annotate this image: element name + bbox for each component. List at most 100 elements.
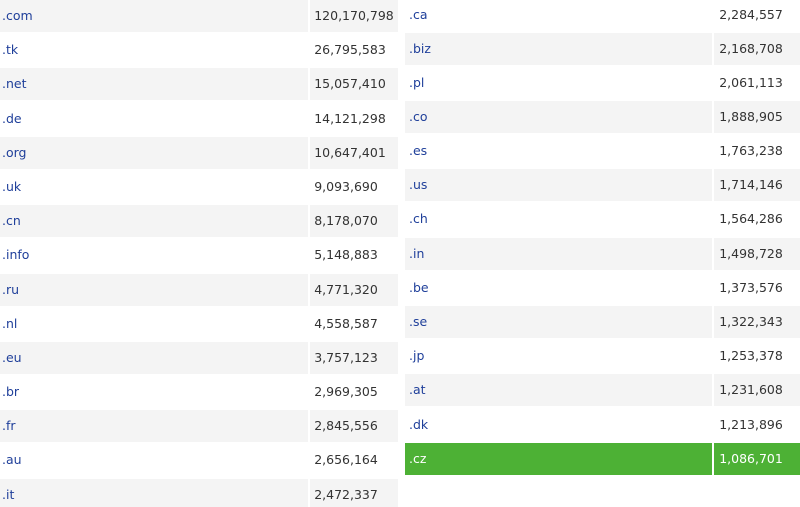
table-row: .au 2,656,164 [0, 444, 398, 477]
domain-count: 5,148,883 [310, 239, 398, 272]
domain-count: 2,284,557 [714, 0, 800, 30]
domain-count: 1,086,701 [714, 442, 800, 475]
domain-cell: .fr [0, 410, 309, 443]
domain-link[interactable]: .cn [2, 213, 21, 228]
domain-link[interactable]: .co [409, 109, 428, 124]
domain-count: 2,061,113 [714, 66, 800, 99]
domain-cell: .de [0, 102, 309, 135]
domain-count: 1,253,378 [714, 340, 800, 373]
table-row: .es 1,763,238 [405, 135, 800, 168]
domain-link[interactable]: .us [409, 177, 427, 192]
table-row: .de 14,121,298 [0, 102, 398, 135]
domain-link[interactable]: .se [409, 314, 427, 329]
domain-cell: .uk [0, 170, 309, 203]
domain-count: 4,558,587 [310, 307, 398, 340]
domain-link[interactable]: .dk [409, 417, 428, 432]
domain-count: 2,969,305 [310, 376, 398, 409]
table-row: .se 1,322,343 [405, 306, 800, 338]
domain-count: 1,213,896 [714, 408, 800, 441]
domain-count: 2,472,337 [310, 478, 398, 507]
domain-cell: .ru [0, 273, 309, 306]
table-row-highlighted: .cz 1,086,701 [405, 442, 800, 475]
domain-link[interactable]: .it [2, 487, 14, 502]
domain-count: 1,564,286 [714, 203, 800, 236]
domain-cell: .dk [405, 408, 713, 441]
domain-link[interactable]: .pl [409, 75, 424, 90]
domain-cell: .cn [0, 205, 309, 238]
domain-link[interactable]: .in [409, 246, 424, 261]
domain-cell: .es [405, 135, 713, 168]
table-row: .be 1,373,576 [405, 271, 800, 304]
tld-table-left: .com 120,170,798 .tk 26,795,583 .net 15,057,4… [0, 0, 398, 507]
domain-count: 10,647,401 [310, 136, 398, 169]
domain-cell: .cz [405, 442, 713, 475]
table-row: .tk 26,795,583 [0, 34, 398, 67]
domain-cell: .in [405, 237, 713, 270]
domain-cell: .it [0, 478, 309, 507]
table-row: .biz 2,168,708 [405, 32, 800, 65]
domain-count: 1,714,146 [714, 169, 800, 202]
domain-cell: .at [405, 374, 713, 407]
domain-cell: .eu [0, 341, 309, 374]
domain-link[interactable]: .nl [2, 316, 17, 331]
domain-cell: .se [405, 306, 713, 338]
domain-count: 4,771,320 [310, 273, 398, 306]
domain-count: 1,763,238 [714, 135, 800, 168]
domain-link[interactable]: .fr [2, 418, 16, 433]
table-row: .pl 2,061,113 [405, 66, 800, 99]
domain-link[interactable]: .ru [2, 282, 19, 297]
domain-cell: .jp [405, 340, 713, 373]
domain-link[interactable]: .eu [2, 350, 22, 365]
domain-count: 2,656,164 [310, 444, 398, 477]
domain-link[interactable]: .de [2, 111, 22, 126]
domain-cell: .be [405, 271, 713, 304]
domain-link[interactable]: .ch [409, 211, 428, 226]
domain-cell: .co [405, 100, 713, 133]
table-row: .us 1,714,146 [405, 169, 800, 202]
domain-count: 8,178,070 [310, 205, 398, 238]
table-row: .net 15,057,410 [0, 68, 398, 101]
domain-link[interactable]: .jp [409, 348, 424, 363]
domain-cell: .nl [0, 307, 309, 340]
domain-count: 120,170,798 [310, 0, 398, 32]
domain-link[interactable]: .be [409, 280, 429, 295]
table-row: .br 2,969,305 [0, 376, 398, 409]
domain-count: 3,757,123 [310, 341, 398, 374]
table-row: .nl 4,558,587 [0, 307, 398, 340]
table-row: .co 1,888,905 [405, 100, 800, 133]
domain-link[interactable]: .com [2, 8, 33, 23]
domain-cell: .br [0, 376, 309, 409]
domain-link[interactable]: .cz [409, 451, 426, 466]
domain-link[interactable]: .at [409, 382, 426, 397]
domain-link[interactable]: .org [2, 145, 26, 160]
domain-cell: .biz [405, 32, 713, 65]
domain-link[interactable]: .ca [409, 7, 428, 22]
table-row: .cn 8,178,070 [0, 205, 398, 238]
domain-link[interactable]: .es [409, 143, 427, 158]
domain-count: 2,845,556 [310, 410, 398, 443]
domain-cell: .ca [405, 0, 713, 30]
domain-link[interactable]: .net [2, 76, 27, 91]
domain-count: 9,093,690 [310, 170, 398, 203]
table-row: .it 2,472,337 [0, 478, 398, 507]
domain-count: 15,057,410 [310, 68, 398, 101]
domain-cell: .com [0, 0, 309, 32]
domain-cell: .us [405, 169, 713, 202]
domain-count: 1,498,728 [714, 237, 800, 270]
domain-count: 1,231,608 [714, 374, 800, 407]
domain-link[interactable]: .info [2, 247, 29, 262]
tld-table-right: .ca 2,284,557 .biz 2,168,708 .pl 2,061,113 .co… [405, 0, 800, 477]
domain-link[interactable]: .tk [2, 42, 18, 57]
domain-link[interactable]: .biz [409, 41, 431, 56]
table-row: .ru 4,771,320 [0, 273, 398, 306]
table-row: .dk 1,213,896 [405, 408, 800, 441]
domain-link[interactable]: .au [2, 452, 22, 467]
domain-link[interactable]: .br [2, 384, 19, 399]
table-row: .at 1,231,608 [405, 374, 800, 407]
domain-count: 2,168,708 [714, 32, 800, 65]
table-row: .in 1,498,728 [405, 237, 800, 270]
domain-cell: .net [0, 68, 309, 101]
domain-link[interactable]: .uk [2, 179, 21, 194]
table-row: .jp 1,253,378 [405, 340, 800, 373]
table-row: .uk 9,093,690 [0, 170, 398, 203]
